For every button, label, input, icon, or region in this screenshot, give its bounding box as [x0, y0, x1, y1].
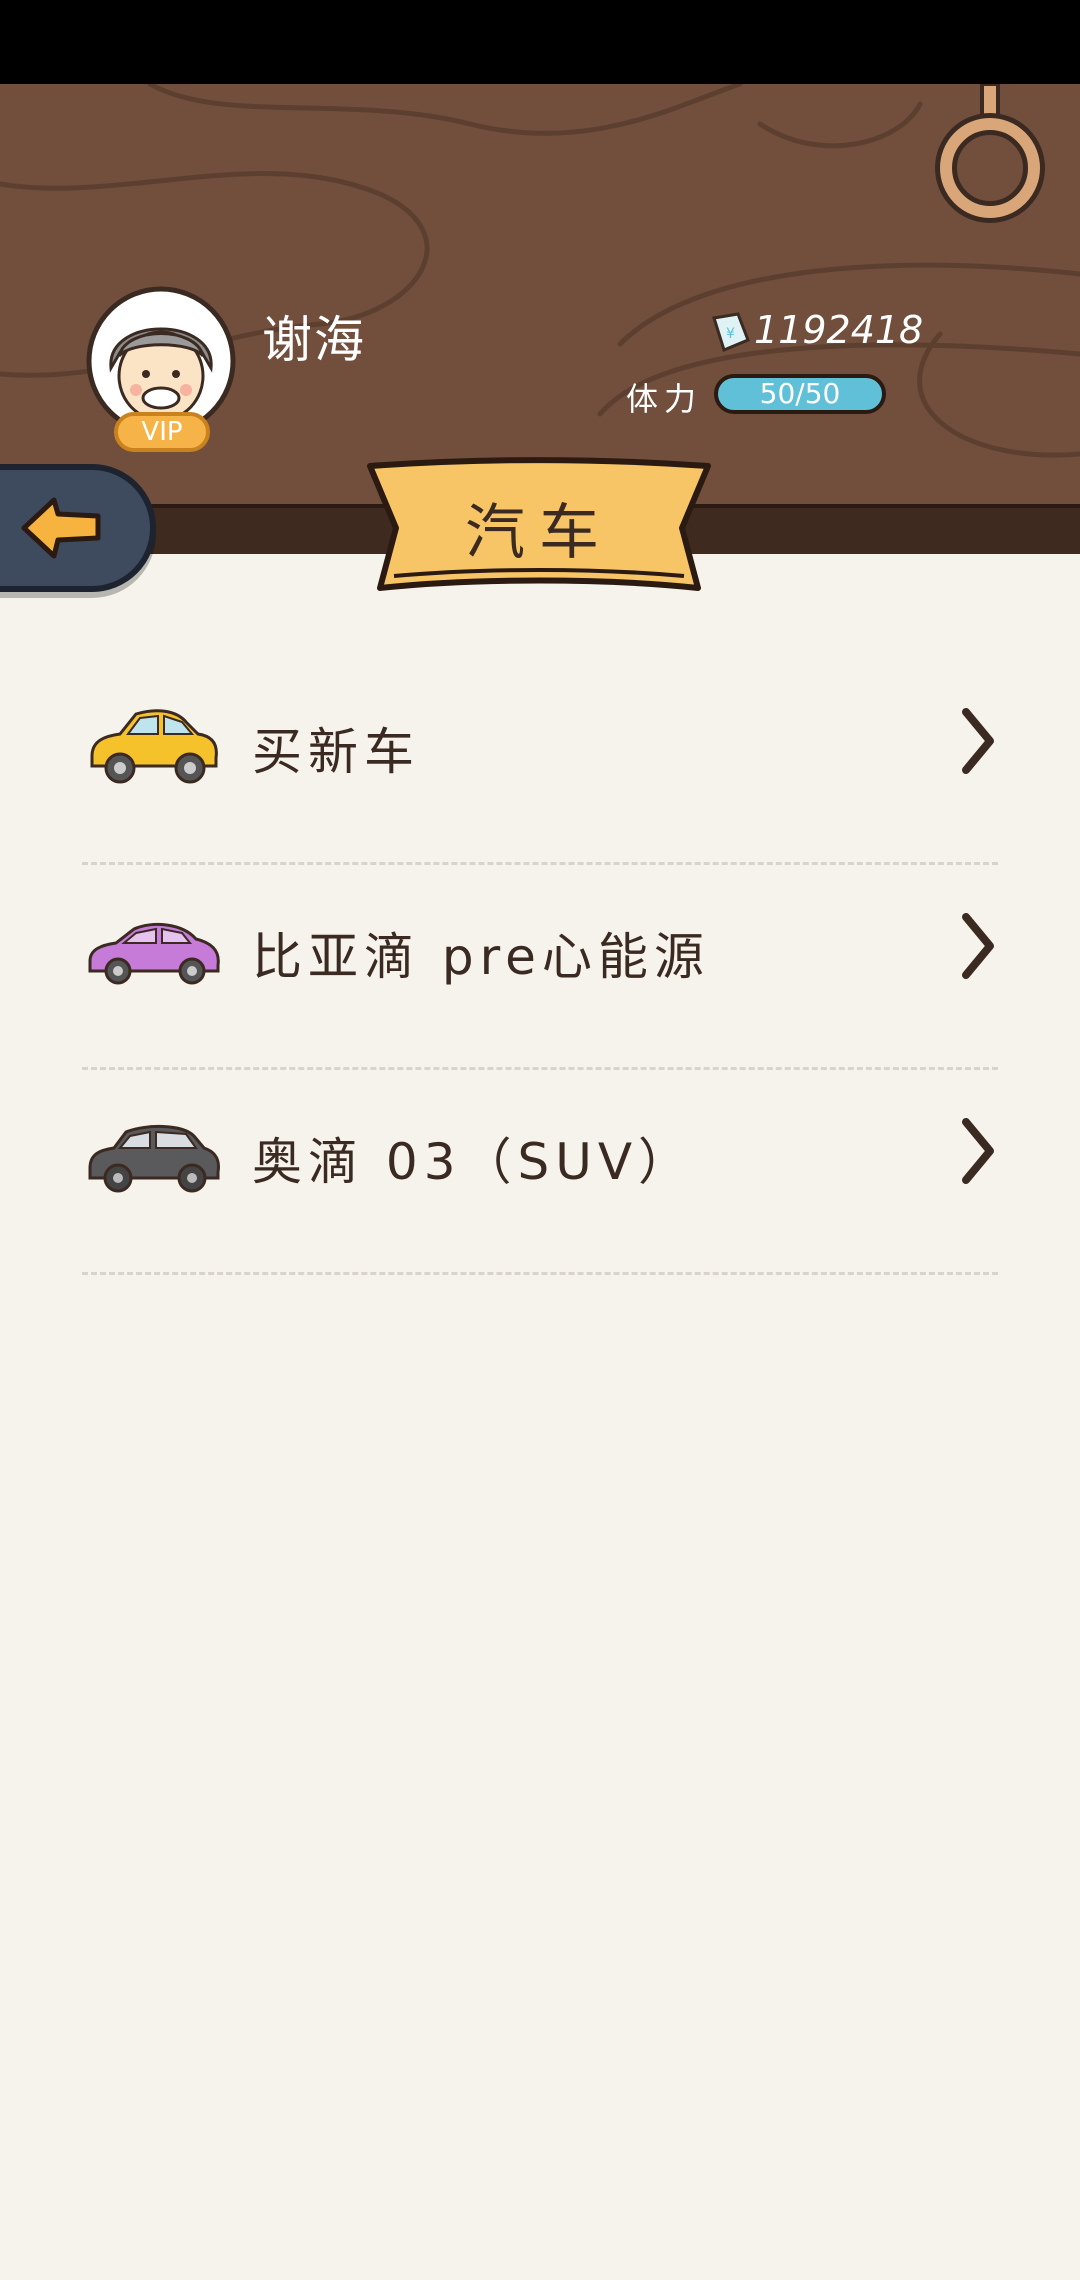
page-title: 汽车 — [465, 498, 613, 568]
menu-item-label: 奥滴 03（SUV） — [252, 1133, 695, 1191]
chevron-right-icon — [962, 1118, 994, 1184]
arrow-left-icon — [21, 497, 101, 559]
status-bar — [0, 0, 1080, 84]
player-name: 谢海 — [262, 311, 366, 369]
car-menu: 买新车 比亚滴 pre心能源 奥滴 03（SUV） — [82, 660, 998, 1275]
back-button[interactable] — [0, 464, 156, 592]
chevron-right-icon — [962, 708, 994, 774]
svg-text:¥: ¥ — [726, 326, 735, 342]
chevron-right-icon — [962, 913, 994, 979]
menu-item-label: 比亚滴 pre心能源 — [252, 928, 710, 986]
purple-car-icon — [88, 922, 220, 985]
stamina-bar: 50/50 — [714, 374, 886, 414]
money-amount: 1192418 — [754, 308, 924, 352]
yellow-car-icon — [90, 709, 218, 784]
menu-item-buy-new-car[interactable]: 买新车 — [82, 660, 998, 865]
title-banner: 汽车 — [364, 452, 714, 598]
pull-ring-icon[interactable] — [930, 82, 1050, 228]
menu-item-audi-q3-suv[interactable]: 奥滴 03（SUV） — [82, 1070, 998, 1275]
money-bill-icon: ¥ — [708, 310, 752, 358]
menu-item-byd-new-energy[interactable]: 比亚滴 pre心能源 — [82, 865, 998, 1070]
menu-item-label: 买新车 — [252, 723, 420, 781]
vip-badge: VIP — [114, 412, 210, 452]
stamina-label: 体力 — [626, 380, 703, 418]
gray-suv-icon — [88, 1124, 220, 1193]
